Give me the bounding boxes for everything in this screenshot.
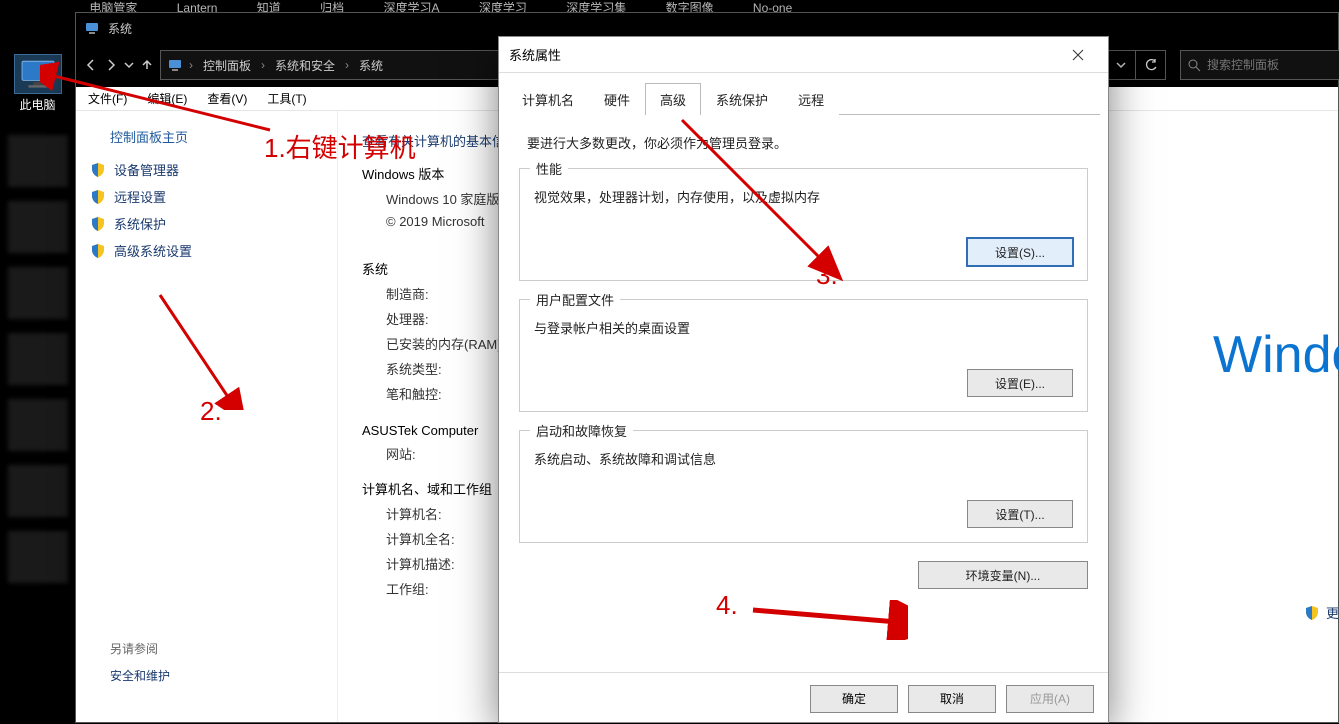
system-properties-dialog: 系统属性 计算机名 硬件 高级 系统保护 远程 要进行大多数更改，你必须作为管理… <box>498 36 1109 723</box>
chevron-right-icon: › <box>189 58 193 72</box>
desktop-blur <box>8 333 68 385</box>
sidebar-link-device-manager[interactable]: 设备管理器 <box>90 160 329 179</box>
sidebar-link-advanced[interactable]: 高级系统设置 <box>90 241 329 260</box>
tab-computer-name[interactable]: 计算机名 <box>507 83 589 115</box>
dialog-titlebar[interactable]: 系统属性 <box>499 37 1108 73</box>
tab-remote[interactable]: 远程 <box>783 83 839 115</box>
desktop-blur <box>8 201 68 253</box>
breadcrumb[interactable]: 控制面板 <box>199 57 255 74</box>
control-panel-home-link[interactable]: 控制面板主页 <box>110 127 329 146</box>
group-desc: 系统启动、系统故障和调试信息 <box>534 449 1073 468</box>
desktop-blur <box>8 531 68 583</box>
group-startup: 启动和故障恢复 系统启动、系统故障和调试信息 设置(T)... <box>519 430 1088 543</box>
desktop-blur <box>8 465 68 517</box>
group-desc: 与登录帐户相关的桌面设置 <box>534 318 1073 337</box>
system-icon <box>84 20 100 36</box>
sidebar-link-label: 设备管理器 <box>114 160 179 179</box>
change-settings-link[interactable]: 更改设置 <box>1304 603 1339 622</box>
dialog-footer: 确定 取消 应用(A) <box>499 672 1108 724</box>
group-desc: 视觉效果，处理器计划，内存使用，以及虚拟内存 <box>534 187 1073 206</box>
tab-protection[interactable]: 系统保护 <box>701 83 783 115</box>
refresh-button[interactable] <box>1136 50 1166 80</box>
profile-settings-button[interactable]: 设置(E)... <box>967 369 1073 397</box>
performance-settings-button[interactable]: 设置(S)... <box>967 238 1073 266</box>
close-icon <box>1072 49 1084 61</box>
up-button[interactable] <box>140 51 154 79</box>
menu-view[interactable]: 查看(V) <box>201 88 253 109</box>
shield-icon <box>90 162 106 178</box>
group-legend: 启动和故障恢复 <box>530 421 633 440</box>
sidebar-link-label: 高级系统设置 <box>114 241 192 260</box>
search-input[interactable] <box>1207 58 1339 72</box>
group-performance: 性能 视觉效果，处理器计划，内存使用，以及虚拟内存 设置(S)... <box>519 168 1088 281</box>
windows-logo-text: Window <box>1213 325 1339 385</box>
cancel-button[interactable]: 取消 <box>908 685 996 713</box>
see-also-link[interactable]: 安全和维护 <box>110 667 329 684</box>
desktop-blur <box>8 135 68 187</box>
search-box[interactable] <box>1180 50 1339 80</box>
shield-icon <box>90 243 106 259</box>
this-pc-icon[interactable]: 此电脑 <box>0 50 75 121</box>
sidebar-link-label: 系统保护 <box>114 214 166 233</box>
chevron-right-icon: › <box>261 58 265 72</box>
dialog-body: 要进行大多数更改，你必须作为管理员登录。 性能 视觉效果，处理器计划，内存使用，… <box>499 115 1108 672</box>
admin-note: 要进行大多数更改，你必须作为管理员登录。 <box>527 133 1088 152</box>
tab-strip: 计算机名 硬件 高级 系统保护 远程 <box>499 73 1108 114</box>
breadcrumb[interactable]: 系统 <box>355 57 387 74</box>
group-legend: 用户配置文件 <box>530 290 620 309</box>
shield-icon <box>90 189 106 205</box>
ok-button[interactable]: 确定 <box>810 685 898 713</box>
see-also-header: 另请参阅 <box>110 640 329 657</box>
close-button[interactable] <box>1058 40 1098 70</box>
sidebar-link-remote[interactable]: 远程设置 <box>90 187 329 206</box>
startup-settings-button[interactable]: 设置(T)... <box>967 500 1073 528</box>
sidebar-link-label: 远程设置 <box>114 187 166 206</box>
desktop-blur <box>8 399 68 451</box>
desktop-blur <box>8 267 68 319</box>
this-pc-label: 此电脑 <box>0 96 75 113</box>
addr-dropdown[interactable] <box>1106 50 1136 80</box>
back-button[interactable] <box>84 51 98 79</box>
shield-icon <box>1304 605 1320 621</box>
monitor-icon <box>14 54 62 94</box>
search-icon <box>1187 58 1201 72</box>
menu-tools[interactable]: 工具(T) <box>261 88 312 109</box>
tab-advanced[interactable]: 高级 <box>645 83 701 115</box>
sidebar: 控制面板主页 设备管理器 远程设置 系统保护 高级系统设置 另请参阅 安全和维护 <box>76 111 338 722</box>
apply-button[interactable]: 应用(A) <box>1006 685 1094 713</box>
chevron-right-icon: › <box>345 58 349 72</box>
group-user-profiles: 用户配置文件 与登录帐户相关的桌面设置 设置(E)... <box>519 299 1088 412</box>
desktop: 此电脑 <box>0 0 75 723</box>
menu-file[interactable]: 文件(F) <box>82 88 133 109</box>
dialog-title: 系统属性 <box>509 45 561 64</box>
recent-dropdown[interactable] <box>124 51 134 79</box>
shield-icon <box>90 216 106 232</box>
monitor-icon <box>167 57 183 73</box>
sidebar-link-protection[interactable]: 系统保护 <box>90 214 329 233</box>
change-settings-label: 更改设置 <box>1326 603 1339 622</box>
forward-button[interactable] <box>104 51 118 79</box>
tab-hardware[interactable]: 硬件 <box>589 83 645 115</box>
environment-variables-button[interactable]: 环境变量(N)... <box>918 561 1088 589</box>
menu-edit[interactable]: 编辑(E) <box>141 88 193 109</box>
group-legend: 性能 <box>530 159 568 178</box>
breadcrumb[interactable]: 系统和安全 <box>271 57 339 74</box>
window-title: 系统 <box>108 20 132 37</box>
